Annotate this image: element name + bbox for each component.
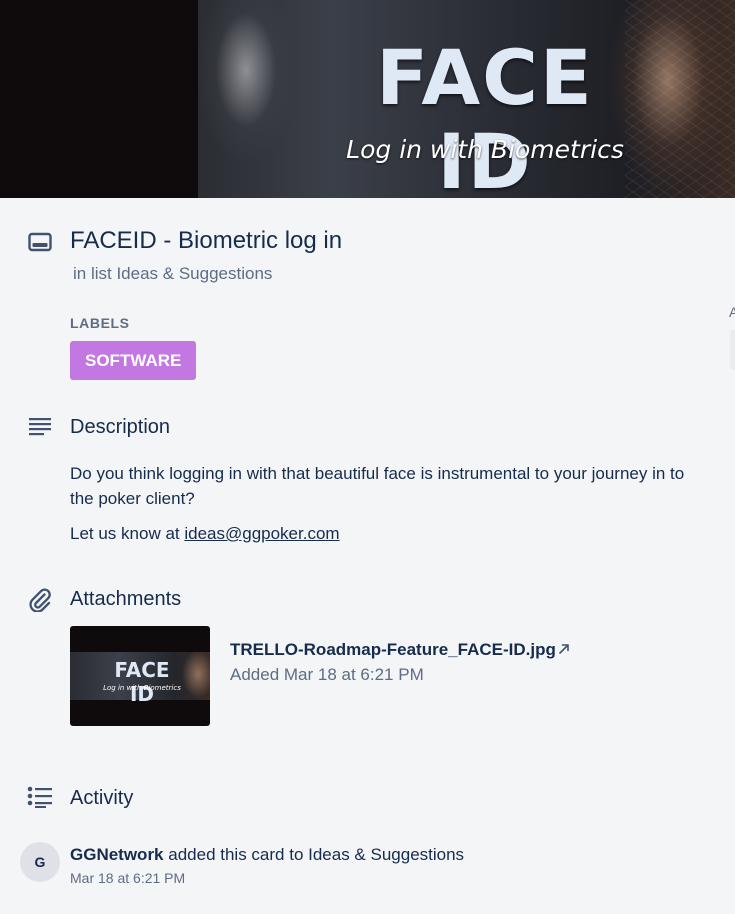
activity-heading: Activity [70,787,134,809]
email-link[interactable]: ideas@ggpoker.com [184,524,339,543]
face-mesh-graphic [625,0,735,198]
external-link-arrow-icon[interactable] [558,638,570,660]
description-lines-icon [27,413,53,439]
card-detail: FACE ID Log in with Biometrics FACEID - … [0,0,735,914]
cover-title: FACE ID [376,33,594,199]
card-title[interactable]: FACEID - Biometric log in [70,225,342,257]
activity-entry: GGNetwork added this card to Ideas & Sug… [70,844,464,866]
attachment-thumbnail[interactable]: FACE ID Log in with Biometrics [70,626,210,726]
contact-prefix: Let us know at [70,524,185,543]
paperclip-icon [27,586,53,612]
activity-timestamp[interactable]: Mar 18 at 6:21 PM [70,869,185,887]
activity-action: added this card to Ideas & Suggestions [163,845,465,864]
activity-user[interactable]: GGNetwork [70,845,164,864]
activity-list-icon [27,784,53,810]
card-cover[interactable]: FACE ID Log in with Biometrics [0,0,735,198]
avatar[interactable]: G [20,842,60,882]
description-heading: Description [70,416,171,438]
thumbnail-title: FACE ID [114,658,170,706]
attachment-added-time: Added Mar 18 at 6:21 PM [230,665,424,684]
cover-subtitle: Log in with Biometrics [346,135,624,164]
description-body[interactable]: Do you think logging in with that beauti… [70,461,710,556]
labels-heading: LABELS [70,315,130,331]
card-icon [27,229,53,255]
thumbnail-subtitle: Log in with Biometrics [103,684,181,692]
list-location[interactable]: in list Ideas & Suggestions [73,263,272,285]
attachments-heading: Attachments [70,588,182,610]
description-contact: Let us know at ideas@ggpoker.com [70,521,710,546]
sidebar-fragment-text: A [729,304,735,320]
label-software[interactable]: SOFTWARE [70,341,197,380]
sidebar-button-edge[interactable] [730,330,735,370]
attachment-name-link[interactable]: TRELLO-Roadmap-Feature_FACE-ID.jpg [230,639,556,661]
description-paragraph: Do you think logging in with that beauti… [70,464,685,508]
